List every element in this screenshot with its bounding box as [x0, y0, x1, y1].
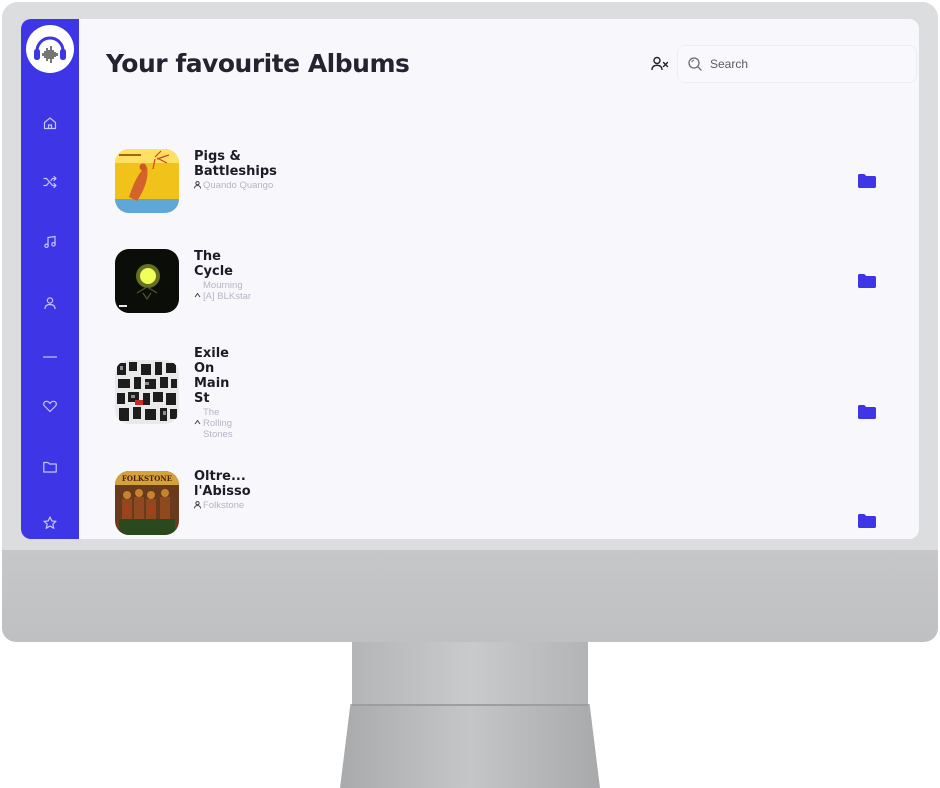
glowing-lamp-cover[interactable] [115, 249, 179, 313]
album-info: The Cycle Mourning [A] BLKstar [194, 249, 284, 302]
album-title[interactable]: Oltre... l'Abisso [194, 469, 251, 499]
folder-icon[interactable] [857, 273, 877, 289]
page-title: Your favourite Albums [106, 49, 410, 78]
artist-user-icon [194, 417, 201, 426]
shuffle-icon[interactable] [38, 170, 62, 194]
album-info: Exile On Main St The Rolling Stones [194, 346, 284, 440]
svg-text:FOLKSTONE: FOLKSTONE [122, 474, 172, 483]
main-content: Your favourite Albums Search Pigs & Batt… [79, 19, 919, 539]
folder-icon[interactable] [857, 404, 877, 420]
artist-user-icon [194, 180, 201, 189]
sidebar [21, 19, 79, 539]
music-note-icon[interactable] [38, 230, 62, 254]
artist-row: Mourning [A] BLKstar [194, 280, 284, 302]
warriors-painting-cover[interactable]: FOLKSTONE [115, 471, 179, 535]
album-title[interactable]: Pigs & Battleships [194, 149, 284, 179]
artist-name[interactable]: Quando Quango [203, 180, 273, 191]
artist-name[interactable]: Mourning [A] BLKstar [203, 280, 253, 302]
star-icon[interactable] [38, 511, 62, 535]
artist-row: The Rolling Stones [194, 407, 284, 440]
screen: Your favourite Albums Search Pigs & Batt… [21, 19, 919, 539]
folder-icon[interactable] [857, 173, 877, 189]
artist-name[interactable]: Folkstone [203, 500, 244, 511]
yellow-figure-cover[interactable] [115, 149, 179, 213]
album-title[interactable]: Exile On Main St [194, 346, 232, 406]
monitor-stand-foot [340, 704, 600, 788]
artist-user-icon [194, 500, 201, 509]
folder-icon[interactable] [38, 455, 62, 479]
user-icon[interactable] [38, 291, 62, 315]
search-box[interactable] [677, 45, 917, 83]
monitor-stand-neck [352, 642, 588, 704]
search-icon [686, 55, 704, 73]
folder-icon[interactable] [857, 513, 877, 529]
monitor-stand-edge [352, 704, 588, 706]
heart-icon[interactable] [38, 394, 62, 418]
artist-user-icon [194, 290, 201, 299]
album-info: Oltre... l'Abisso Folkstone [194, 469, 284, 511]
album-row[interactable]: FOLKSTONE Oltre... l'Abisso Folkstone [115, 469, 895, 539]
search-input[interactable] [710, 57, 900, 71]
album-row[interactable]: Pigs & Battleships Quando Quango [115, 149, 895, 219]
headphones-logo[interactable] [26, 25, 74, 73]
album-row[interactable]: Exile On Main St The Rolling Stones [115, 346, 895, 440]
album-info: Pigs & Battleships Quando Quango [194, 149, 284, 191]
artist-row: Quando Quango [194, 180, 284, 191]
minus-icon [38, 345, 62, 369]
photo-collage-cover[interactable] [115, 360, 179, 424]
artist-row: Folkstone [194, 500, 284, 511]
album-title[interactable]: The Cycle [194, 249, 234, 279]
home-icon[interactable] [38, 111, 62, 135]
album-row[interactable]: The Cycle Mourning [A] BLKstar [115, 249, 895, 319]
user-x-icon[interactable] [649, 53, 671, 75]
monitor-chin [2, 550, 938, 642]
artist-name[interactable]: The Rolling Stones [203, 407, 243, 440]
